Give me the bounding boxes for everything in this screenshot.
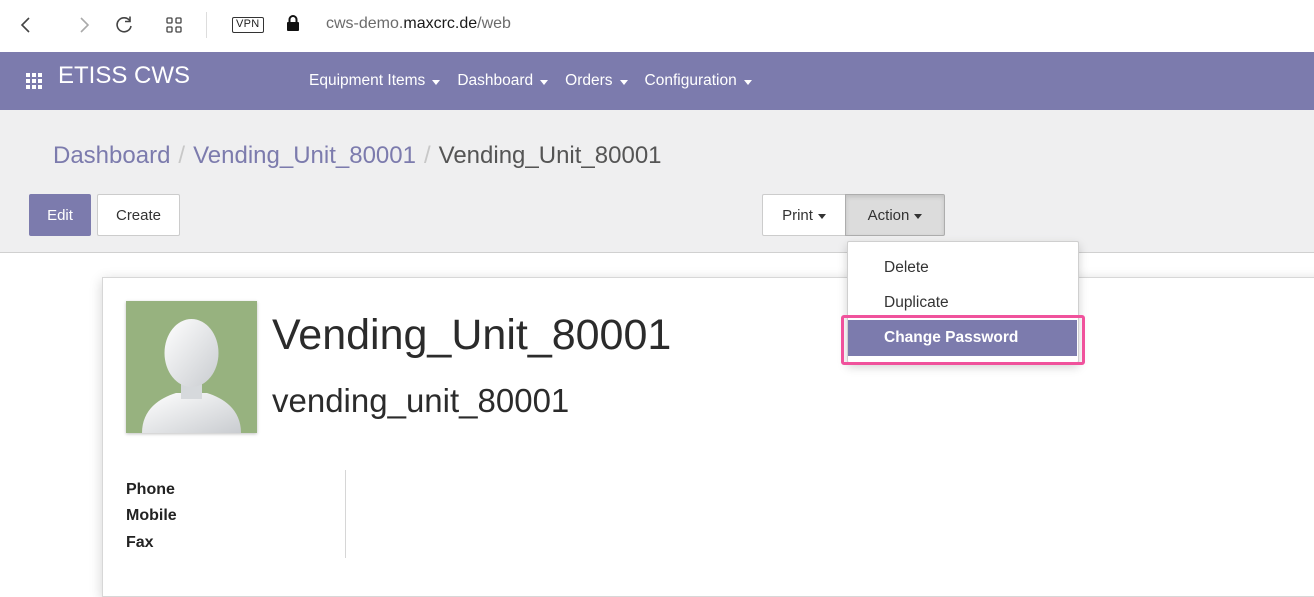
- breadcrumb-dashboard[interactable]: Dashboard: [53, 142, 170, 169]
- menu-configuration[interactable]: Configuration: [645, 72, 752, 90]
- control-panel: Dashboard / Vending_Unit_80001 / Vending_Uni…: [0, 110, 1314, 253]
- brand-name[interactable]: ETISS CWS: [58, 62, 190, 90]
- menu-item-delete[interactable]: Delete: [884, 259, 929, 277]
- browser-toolbar: VPN cws-demo.maxcrc.de/web: [0, 0, 1314, 52]
- grid-icon: [166, 17, 182, 33]
- back-button[interactable]: [14, 13, 38, 37]
- field-label-fax: Fax: [126, 534, 154, 551]
- menu-label: Equipment Items: [309, 72, 426, 89]
- forward-button[interactable]: [72, 13, 96, 37]
- breadcrumb: Dashboard / Vending_Unit_80001 / Vending_Uni…: [53, 142, 662, 170]
- main-menu: Equipment Items Dashboard Orders Configu…: [309, 72, 769, 90]
- menu-dashboard[interactable]: Dashboard: [457, 72, 549, 90]
- record-login: vending_unit_80001: [272, 382, 570, 419]
- menu-label: Configuration: [644, 72, 737, 89]
- reload-button[interactable]: [112, 13, 136, 37]
- caret-down-icon: [540, 79, 549, 85]
- caret-down-icon: [432, 79, 441, 85]
- tabs-grid-button[interactable]: [162, 13, 186, 37]
- apps-menu-icon[interactable]: [26, 73, 42, 89]
- url-prefix: cws-demo.: [326, 15, 404, 32]
- field-divider: [345, 470, 346, 558]
- field-label-mobile: Mobile: [126, 507, 177, 524]
- breadcrumb-separator: /: [178, 142, 186, 169]
- action-button[interactable]: Action: [845, 194, 945, 236]
- chevron-right-icon: [80, 17, 90, 33]
- print-button[interactable]: Print: [762, 194, 846, 236]
- caret-down-icon: [619, 79, 628, 85]
- url-host: maxcrc.de: [403, 15, 478, 32]
- menu-label: Orders: [565, 72, 613, 89]
- menu-equipment-items[interactable]: Equipment Items: [309, 72, 441, 90]
- print-label: Print: [782, 206, 813, 224]
- menu-label: Dashboard: [457, 72, 534, 89]
- app-navbar: ETISS CWS Equipment Items Dashboard Orde…: [0, 52, 1314, 110]
- breadcrumb-separator: /: [423, 142, 431, 169]
- caret-down-icon: [743, 79, 752, 85]
- highlight-box: [841, 315, 1085, 365]
- lock-icon[interactable]: [286, 14, 300, 32]
- field-label-phone: Phone: [126, 481, 175, 498]
- reload-icon: [116, 16, 132, 33]
- edit-button[interactable]: Edit: [29, 194, 91, 236]
- user-silhouette-icon: [142, 319, 241, 433]
- caret-down-icon: [914, 213, 923, 219]
- menu-orders[interactable]: Orders: [565, 72, 628, 90]
- chevron-left-icon: [20, 17, 30, 33]
- divider: [206, 12, 207, 38]
- vpn-badge[interactable]: VPN: [232, 17, 264, 33]
- address-bar-url[interactable]: cws-demo.maxcrc.de/web: [326, 15, 511, 33]
- action-label: Action: [867, 206, 910, 224]
- breadcrumb-vending-unit[interactable]: Vending_Unit_80001: [193, 142, 416, 169]
- create-button[interactable]: Create: [97, 194, 180, 236]
- breadcrumb-current: Vending_Unit_80001: [438, 142, 662, 169]
- url-path: /web: [477, 15, 511, 32]
- record-name: Vending_Unit_80001: [272, 311, 672, 359]
- menu-item-duplicate[interactable]: Duplicate: [884, 294, 949, 312]
- caret-down-icon: [817, 213, 826, 219]
- avatar[interactable]: [126, 301, 257, 433]
